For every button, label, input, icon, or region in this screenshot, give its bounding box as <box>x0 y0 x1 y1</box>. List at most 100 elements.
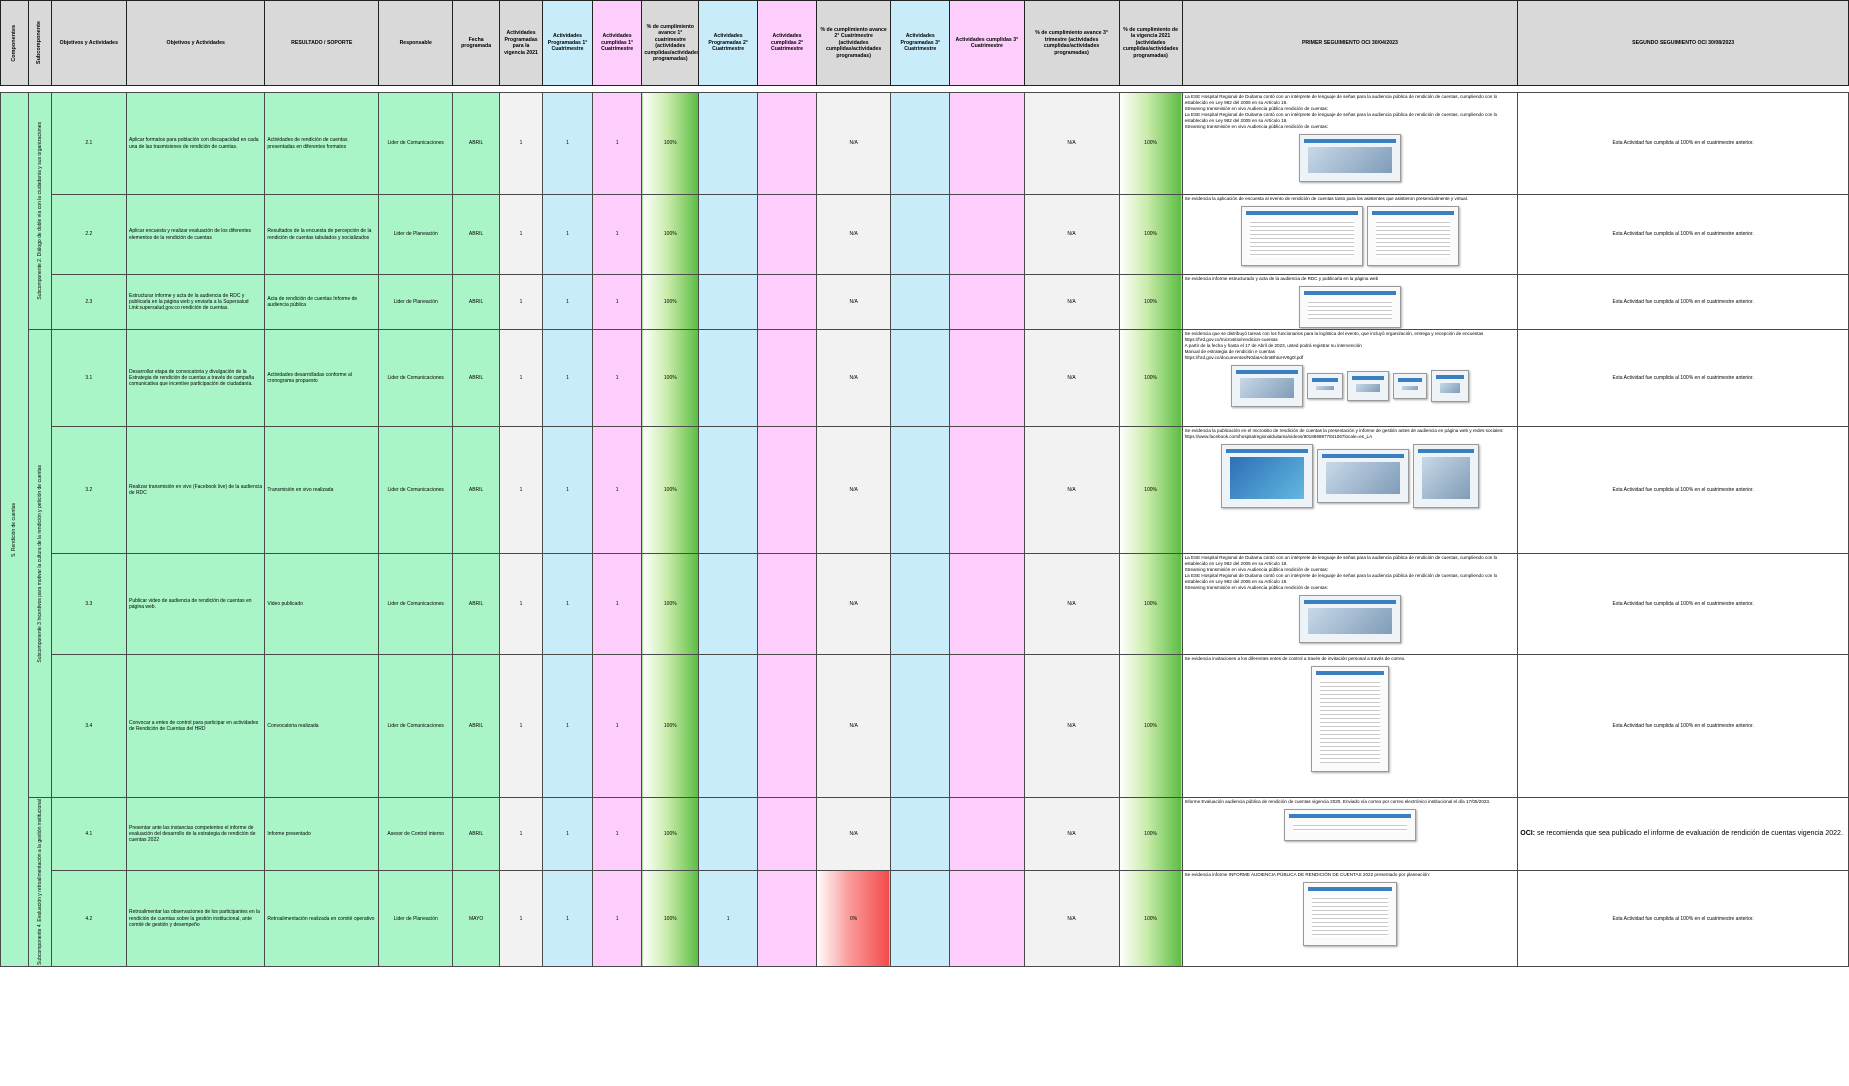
programmed-vigencia: 1 <box>498 426 544 554</box>
percent-q3: N/A <box>1023 426 1120 554</box>
first-followup: Se evidencia que se distribuyó tareas co… <box>1181 329 1519 427</box>
second-followup: Esta Actividad fue cumplida al 100% en e… <box>1517 194 1849 275</box>
evidence-screenshots <box>1185 594 1516 643</box>
completed-q1: 1 <box>591 870 643 967</box>
second-followup-text: Esta Actividad fue cumplida al 100% en e… <box>1612 915 1754 922</box>
activity-number: 2.1 <box>50 92 128 195</box>
header-responsable: Responsable <box>378 0 454 86</box>
first-followup-text: Informe Evaluación audiencia pública de … <box>1184 799 1491 804</box>
result-support: Resultados de la encuesta de percepción … <box>264 194 380 275</box>
header-fecha: Fecha programada <box>452 0 500 86</box>
programmed-q3 <box>890 796 951 872</box>
second-followup-text: Esta Actividad fue cumplida al 100% en e… <box>1612 140 1754 147</box>
percent-q2: N/A <box>815 426 892 554</box>
table-row: 3.2 Realizar transmisión en vivo (Faceboo… <box>1 426 1849 554</box>
subcomponent-label: Subcomponente 2. Diálogo de doble vía co… <box>36 122 43 300</box>
programmed-q3 <box>890 92 951 195</box>
first-followup: Se evidencia la aplicación de encuesta a… <box>1181 194 1519 275</box>
percent-vigencia: 100% <box>1118 92 1183 195</box>
first-followup: Informe Evaluación audiencia pública de … <box>1181 796 1519 872</box>
activity-description: Aplicar formatos para población con disc… <box>125 92 266 195</box>
percent-vigencia: 100% <box>1118 654 1183 798</box>
header-cump-1: Actividades cumplidas 1° Cuatrimestre <box>591 0 643 86</box>
percent-q1: 100% <box>641 329 700 427</box>
first-followup: Se evidencia invitaciones a los diferent… <box>1181 654 1519 798</box>
first-followup-text: La ESE Hospital Regional de Duitama cont… <box>1184 94 1498 129</box>
component-cell: 5. Rendición de cuentas <box>0 92 29 967</box>
programmed-q3 <box>890 329 951 427</box>
evidence-thumbnail <box>1230 364 1303 407</box>
activity-description: Retroalimentar las observaciones de los … <box>125 870 266 967</box>
evidence-screenshots <box>1185 205 1516 266</box>
header-componentes: Componentes <box>0 0 29 86</box>
scheduled-date: ABRIL <box>452 329 500 427</box>
programmed-vigencia: 1 <box>498 553 544 655</box>
completed-q2 <box>757 274 817 330</box>
programmed-q1: 1 <box>542 194 593 275</box>
percent-vigencia: 100% <box>1118 553 1183 655</box>
activity-description: Convocar a entes de control para partici… <box>125 654 266 798</box>
second-followup-text: Esta Actividad fue cumplida al 100% en e… <box>1612 600 1754 607</box>
percent-q2: N/A <box>815 796 892 872</box>
programmed-vigencia: 1 <box>498 870 544 967</box>
completed-q2 <box>757 426 817 554</box>
programmed-q1: 1 <box>542 274 593 330</box>
evidence-screenshots <box>1185 882 1516 947</box>
responsible: Asesor de Control interno <box>378 796 454 872</box>
scheduled-date: ABRIL <box>452 654 500 798</box>
second-followup: OCI: se recomienda que sea publicado el … <box>1517 796 1849 872</box>
programmed-q3 <box>890 654 951 798</box>
programmed-q2 <box>698 194 759 275</box>
evidence-thumbnail <box>1240 205 1363 266</box>
percent-q2: N/A <box>815 92 892 195</box>
programmed-q1: 1 <box>542 796 593 872</box>
percent-vigencia: 100% <box>1118 796 1183 872</box>
table-row: 3.4 Convocar a entes de control para part… <box>1 654 1849 798</box>
activity-description: Presentar ante las instancias competente… <box>125 796 266 872</box>
header-subcomponente: Subcomponente <box>27 0 52 86</box>
second-followup-text: Esta Actividad fue cumplida al 100% en e… <box>1612 722 1754 729</box>
activity-description: Realizar transmisión en vivo (Facebook l… <box>125 426 266 554</box>
header-resultado: RESULTADO / SOPORTE <box>264 0 380 86</box>
result-support: Informe presentado <box>264 796 380 872</box>
activity-number: 4.2 <box>50 870 128 967</box>
header-segundo-seguimiento: SEGUNDO SEGUIMIENTO OCI 30/08/2023 <box>1517 0 1849 86</box>
programmed-q2 <box>698 426 759 554</box>
table-row: Subcomponente 3 Incentivos para motivar … <box>1 329 1849 798</box>
table-row: Subcomponente 4. Evaluación y retroalime… <box>1 796 1849 967</box>
responsible: Lider de Comunicaciones <box>378 92 454 195</box>
programmed-q2 <box>698 92 759 195</box>
percent-q3: N/A <box>1023 194 1120 275</box>
completed-q2 <box>757 796 817 872</box>
completed-q3 <box>949 274 1025 330</box>
first-followup: Se evidencia informe estructurado y acta… <box>1181 274 1519 330</box>
result-support: Acta de rendición de cuentas Informe de … <box>264 274 380 330</box>
spacer-row <box>0 85 1849 93</box>
responsible: Lider de Planeación <box>378 274 454 330</box>
completed-q2 <box>757 194 817 275</box>
percent-q3: N/A <box>1023 274 1120 330</box>
completed-q1: 1 <box>591 274 643 330</box>
second-followup-text: Esta Actividad fue cumplida al 100% en e… <box>1612 374 1754 381</box>
completed-q2 <box>757 553 817 655</box>
header-cump-3: Actividades cumplidas 3° Cuatrimestre <box>949 0 1025 86</box>
evidence-thumbnail <box>1220 443 1313 508</box>
programmed-vigencia: 1 <box>498 654 544 798</box>
programmed-q2 <box>698 329 759 427</box>
second-followup-text: Esta Actividad fue cumplida al 100% en e… <box>1612 231 1754 238</box>
table-row: 5. Rendición de cuentas Subcomponente 2. … <box>0 92 1849 967</box>
evidence-thumbnail <box>1430 369 1469 402</box>
second-followup: Esta Actividad fue cumplida al 100% en e… <box>1517 274 1849 330</box>
first-followup: La ESE Hospital Regional de Duitama cont… <box>1181 92 1519 195</box>
header-row: Componentes Subcomponente Objetivos y Ac… <box>0 0 1849 86</box>
percent-vigencia: 100% <box>1118 194 1183 275</box>
evidence-screenshots <box>1185 808 1516 841</box>
scheduled-date: ABRIL <box>452 426 500 554</box>
completed-q1: 1 <box>591 92 643 195</box>
table-row: 2.2 Aplicar encuesta y realizar evaluació… <box>1 194 1849 275</box>
activity-number: 3.1 <box>50 329 128 427</box>
percent-q3: N/A <box>1023 553 1120 655</box>
programmed-q1: 1 <box>542 426 593 554</box>
percent-q1: 100% <box>641 274 700 330</box>
programmed-q2 <box>698 796 759 872</box>
